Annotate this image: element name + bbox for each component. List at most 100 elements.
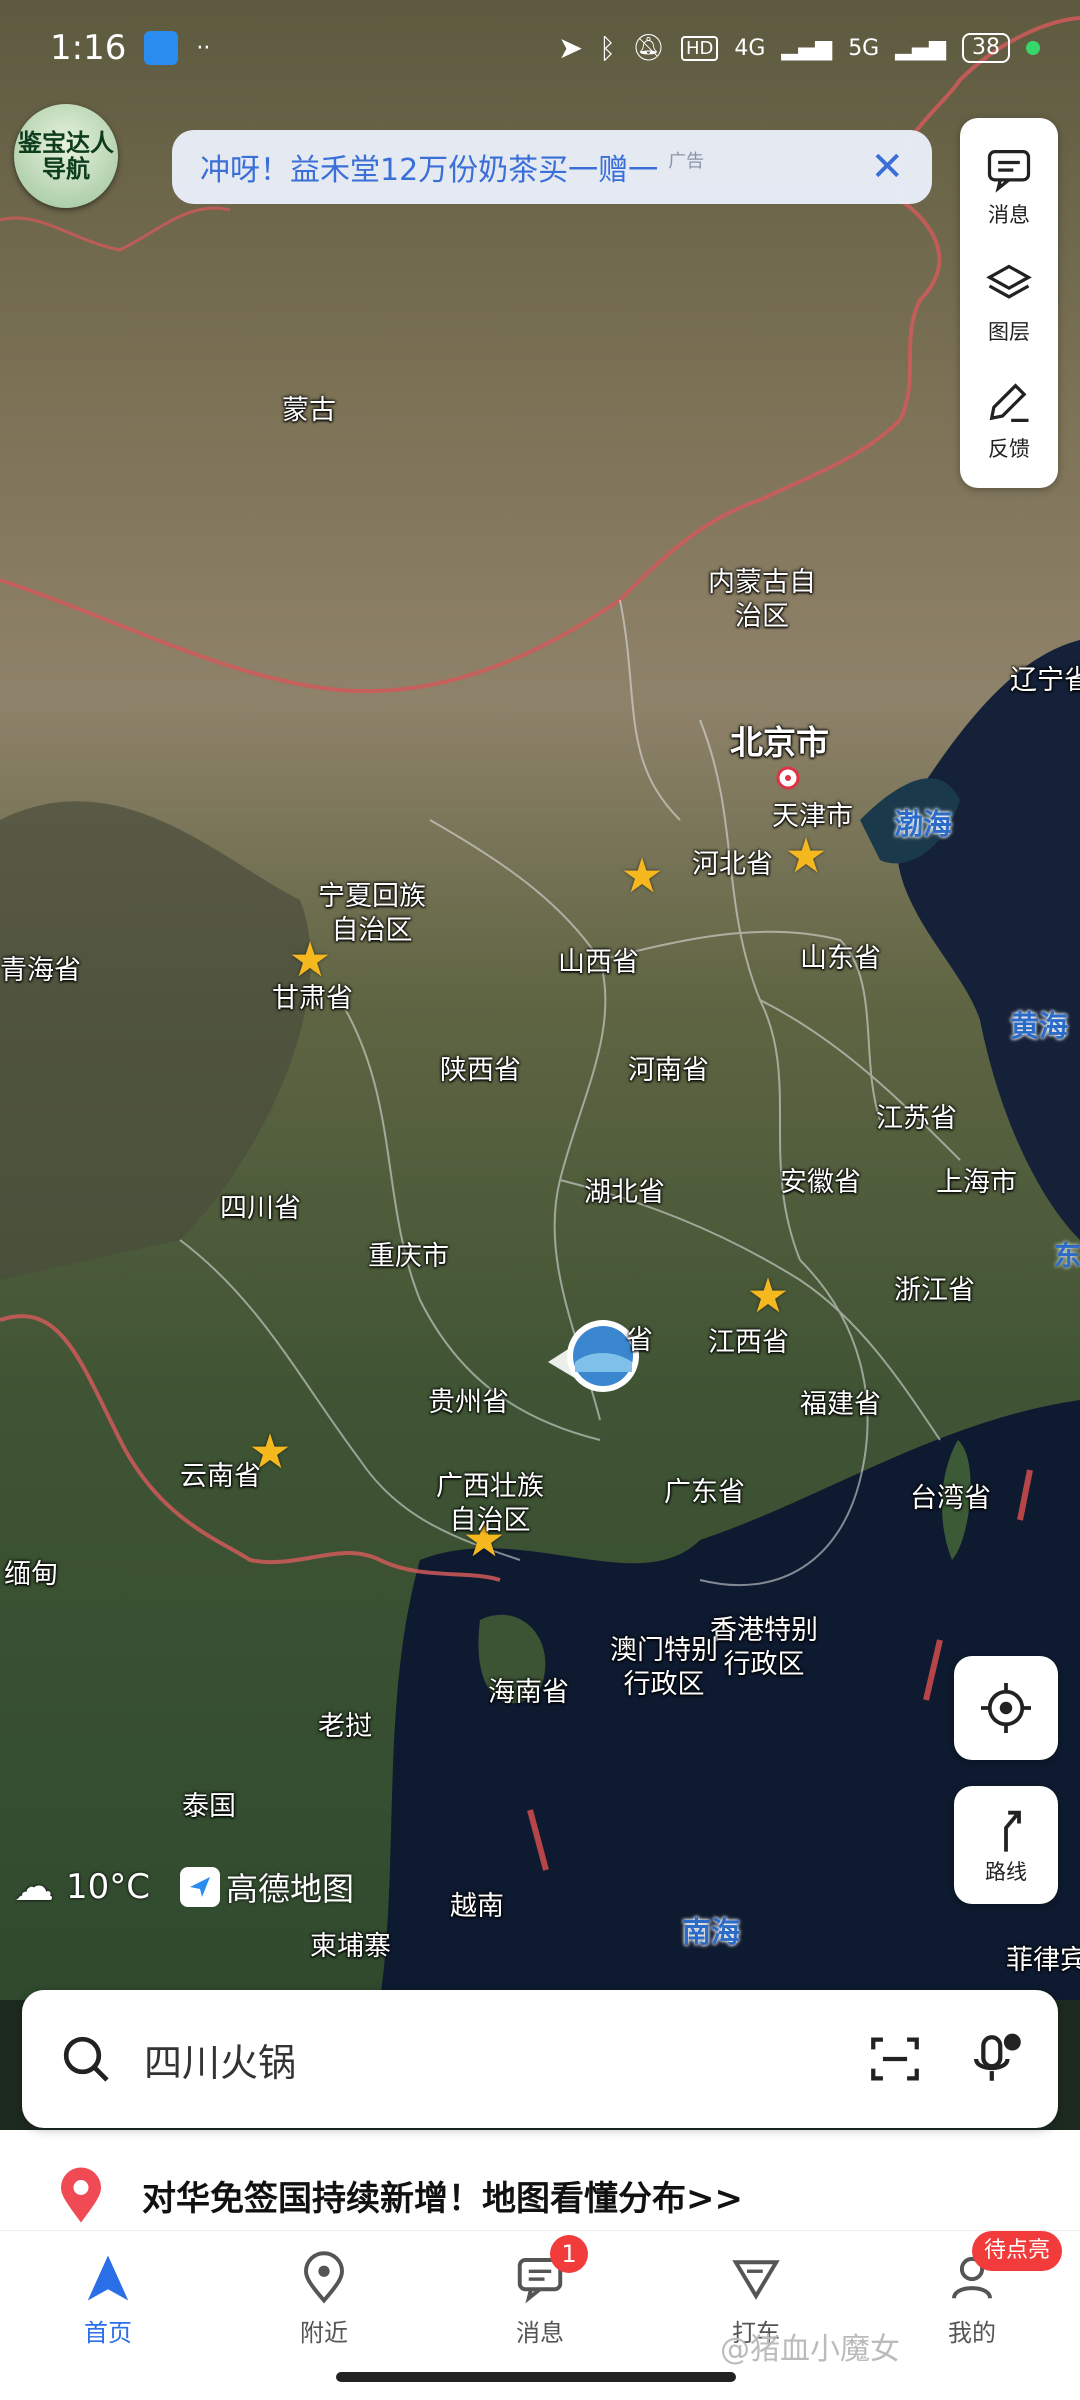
map-label-line: 治区 [735, 600, 789, 632]
location-pin-icon [61, 2167, 101, 2223]
route-button[interactable]: 路线 [954, 1786, 1058, 1904]
signal-bars-icon: ▂▄▆ [781, 35, 833, 61]
map-label-sichuan: 四川省 [220, 1193, 301, 1224]
tab-profile[interactable]: 我的 待点亮 [882, 2231, 1063, 2400]
status-left: 1:16 ·· [50, 28, 210, 68]
map-label-laos: 老挝 [318, 1711, 372, 1742]
map-label-shaanxi: 陕西省 [440, 1055, 521, 1086]
feedback-button[interactable]: 反馈 [983, 377, 1035, 463]
unread-badge: 1 [550, 2235, 588, 2273]
more-dots-icon: ·· [196, 35, 211, 61]
search-input[interactable]: 四川火锅 [144, 2032, 826, 2087]
star-marker[interactable]: ★ [744, 1272, 792, 1320]
map-label-line: 行政区 [623, 1668, 705, 1700]
watermark: @猪血小魔女 [720, 2332, 900, 2367]
map-label-line: 自治区 [449, 1504, 531, 1536]
map-label-ningxia: 宁夏回族 自治区 [318, 880, 426, 948]
home-indicator[interactable] [336, 2372, 736, 2382]
star-marker[interactable]: ★ [618, 852, 666, 900]
star-marker[interactable]: ★ [782, 832, 830, 880]
location-pin-icon [304, 2251, 344, 2304]
scan-icon[interactable] [866, 2030, 924, 2088]
hd-icon: HD [680, 35, 719, 61]
status-bar: 1:16 ·· ➤ ᛒ 🔕︎ HD 4G ▂▄▆ 5G ▂▄▆ 38 [0, 0, 1080, 96]
search-icon [63, 2036, 109, 2082]
home-arrow-icon [87, 2255, 129, 2301]
profile-pill-badge: 待点亮 [972, 2231, 1063, 2271]
map-label-beijing: 北京市 [730, 723, 829, 762]
tab-home-label: 首页 [84, 2319, 132, 2347]
location-arrow-icon: ➤ [558, 30, 584, 66]
map-label-line: 香港特别 [710, 1615, 818, 1646]
map-label-taiwan: 台湾省 [910, 1483, 991, 1514]
crosshair-icon [981, 1683, 1031, 1733]
map-label-line: 行政区 [723, 1648, 805, 1680]
tab-messages-label: 消息 [516, 2319, 564, 2347]
map-label-shanghai: 上海市 [936, 1167, 1017, 1198]
ad-text: 冲呀！益禾堂12万份奶茶买一赠一 [200, 153, 659, 188]
map-label-line: 自治区 [331, 914, 413, 946]
amap-status-icon [144, 31, 179, 65]
feedback-label: 反馈 [988, 436, 1030, 461]
route-label: 路线 [985, 1860, 1027, 1884]
signal-5g: 5G [848, 35, 880, 61]
cloud-icon: ☁ [14, 1864, 54, 1910]
map-label-east-sea: 东 [1054, 1241, 1080, 1272]
promo-badge-line1: 鉴宝达人 [18, 128, 114, 157]
signal-bars-icon: ▂▄▆ [895, 35, 946, 61]
tab-nearby-label: 附近 [300, 2319, 348, 2347]
map-label-hubei: 湖北省 [584, 1177, 665, 1208]
bluetooth-icon: ᛒ [599, 31, 616, 65]
map-label-line: 内蒙古自 [708, 567, 816, 598]
map-side-panel: 消息 图层 反馈 [960, 118, 1058, 488]
microphone-icon[interactable] [964, 2030, 1022, 2088]
locate-me-button[interactable] [954, 1656, 1058, 1760]
search-bar[interactable]: 四川火锅 [22, 1990, 1058, 2128]
tab-home[interactable]: 首页 [18, 2231, 198, 2400]
map-label-hunan: 省 [626, 1325, 653, 1356]
map-label-anhui: 安徽省 [780, 1167, 861, 1198]
notice-text: 对华免签国持续新增！地图看懂分布>> [142, 2178, 743, 2219]
map-label-liaoning: 辽宁省 [1010, 665, 1080, 696]
status-time: 1:16 [50, 28, 127, 68]
map-label-south-sea: 南海 [682, 1915, 741, 1949]
layers-icon [986, 264, 1032, 299]
map-label-hongkong: 香港特别 行政区 [710, 1614, 818, 1682]
taxi-icon [732, 2260, 780, 2300]
map-label-line: 广西壮族 [436, 1471, 544, 1502]
layers-button[interactable]: 图层 [983, 260, 1035, 346]
map-label-thailand: 泰国 [182, 1791, 236, 1822]
map-label-mongolia: 蒙古 [282, 395, 336, 426]
ad-tag: 广告 [668, 151, 705, 172]
layers-label: 图层 [988, 319, 1030, 344]
ad-banner[interactable]: 冲呀！益禾堂12万份奶茶买一赠一 广告 ✕ [172, 130, 932, 204]
map-label-chongqing: 重庆市 [368, 1241, 449, 1272]
messages-button[interactable]: 消息 [983, 143, 1035, 229]
satellite-map[interactable]: ★ ★ ★ ★ ★ ★ 蒙古 内蒙古自 治区 辽宁省 北京市 天津市 渤海 河北… [0, 0, 1080, 2000]
map-label-inner-mongolia: 内蒙古自 治区 [708, 566, 816, 634]
message-icon [987, 150, 1031, 194]
map-label-yellow-sea: 黄海 [1010, 1009, 1069, 1043]
map-label-line: 澳门特别 [610, 1635, 718, 1666]
close-icon[interactable]: ✕ [870, 147, 904, 187]
promo-badge[interactable]: 鉴宝达人 导航 [14, 104, 118, 208]
promo-badge-text: 鉴宝达人 导航 [18, 128, 114, 183]
map-label-guangxi: 广西壮族 自治区 [436, 1470, 544, 1538]
weather-temp: 10°C [66, 1867, 151, 1907]
amap-logo-icon [180, 1867, 221, 1907]
map-label-tianjin: 天津市 [772, 801, 853, 832]
map-label-qinghai: 青海省 [0, 955, 81, 986]
map-label-shanxi: 山西省 [558, 947, 639, 978]
map-label-philippines: 菲律宾 [1006, 1945, 1080, 1976]
map-label-gansu: 甘肃省 [272, 983, 353, 1014]
map-label-hainan: 海南省 [488, 1677, 569, 1708]
weather-widget[interactable]: ☁ 10°C 高德地图 [14, 1864, 354, 1910]
map-label-shandong: 山东省 [800, 943, 881, 974]
map-label-jiangsu: 江苏省 [876, 1103, 957, 1134]
map-label-yunnan: 云南省 [180, 1461, 261, 1492]
map-label-cambodia: 柬埔寨 [310, 1931, 391, 1962]
status-right: ➤ ᛒ 🔕︎ HD 4G ▂▄▆ 5G ▂▄▆ 38 [558, 31, 1040, 66]
map-label-myanmar: 缅甸 [4, 1559, 58, 1590]
map-label-guizhou: 贵州省 [428, 1387, 509, 1418]
promo-badge-line2: 导航 [42, 155, 90, 183]
